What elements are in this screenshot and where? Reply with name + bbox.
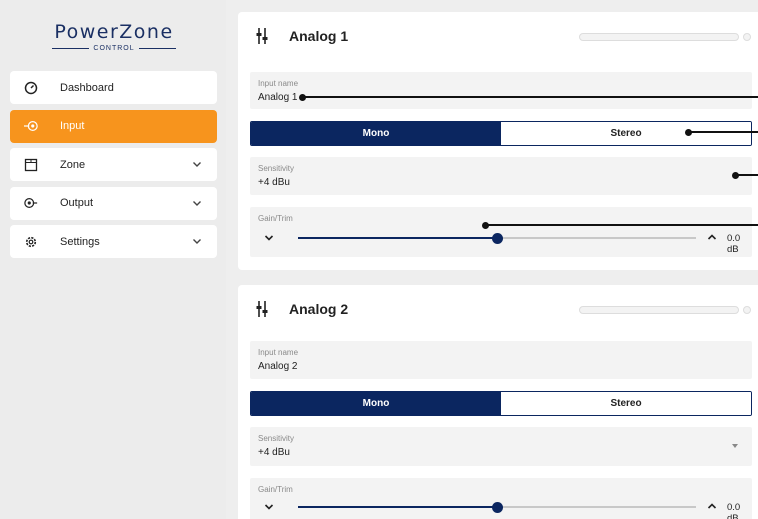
gain-trim-label: Gain/Trim (258, 214, 293, 223)
sensitivity-value: +4 dBu (258, 177, 290, 188)
sidebar-nav: Dashboard Input Zone Output Settings (10, 71, 217, 264)
logo-subtitle: CONTROL (93, 45, 135, 52)
dropdown-arrow-icon[interactable] (732, 444, 738, 448)
clip-indicator (743, 33, 751, 41)
input-name-label: Input name (258, 79, 299, 88)
gain-trim-control: Gain/Trim 0.0 dB (250, 478, 752, 519)
sidebar-item-label: Settings (60, 235, 100, 248)
gain-trim-control: Gain/Trim 0.0 dB (250, 207, 752, 257)
mode-toggle: Mono Stereo (250, 391, 752, 416)
input-connector-icon (256, 28, 268, 44)
sidebar-item-settings[interactable]: Settings (10, 225, 217, 258)
sidebar: PowerZone CONTROL Dashboard Input Zone O… (0, 0, 226, 519)
input-name-value[interactable]: Analog 1 (258, 92, 297, 103)
dashboard-gauge-icon (24, 81, 38, 95)
sidebar-item-zone[interactable]: Zone (10, 148, 217, 181)
sidebar-item-label: Output (60, 197, 94, 209)
callout-line (485, 224, 758, 226)
sidebar-item-label: Input (60, 120, 85, 132)
channel-title: Analog 1 (289, 28, 349, 44)
mode-toggle: Mono Stereo (250, 121, 752, 146)
input-icon (24, 119, 38, 133)
gain-trim-label: Gain/Trim (258, 485, 293, 494)
callout-dot (731, 171, 739, 179)
level-meter (579, 306, 739, 314)
logo-name: PowerZone (54, 21, 174, 43)
channel-header: Analog 2 (238, 285, 758, 333)
input-name-value[interactable]: Analog 2 (258, 361, 297, 372)
chevron-down-icon[interactable] (191, 235, 203, 247)
gain-value: 0.0 dB (727, 233, 741, 255)
callout-line (688, 131, 758, 133)
sensitivity-select[interactable]: Sensitivity +4 dBu (250, 157, 752, 195)
chevron-down-icon[interactable] (191, 158, 203, 170)
callout-dot (684, 128, 692, 136)
chevron-down-icon[interactable] (191, 197, 203, 209)
input-name-field[interactable]: Input name Analog 2 (250, 341, 752, 379)
sidebar-item-input[interactable]: Input (10, 109, 217, 143)
channel-title: Analog 2 (289, 301, 349, 317)
gain-decrease-chevron-down-icon[interactable] (263, 501, 275, 513)
gain-slider-fill (298, 237, 497, 239)
sidebar-item-output[interactable]: Output (10, 186, 217, 220)
input-connector-icon (256, 301, 268, 317)
sensitivity-label: Sensitivity (258, 164, 295, 173)
sidebar-item-label: Dashboard (60, 81, 114, 94)
gain-increase-chevron-up-icon[interactable] (706, 231, 718, 243)
gain-slider[interactable] (298, 232, 696, 244)
gain-slider-fill (298, 506, 497, 508)
channel-card-analog-2: Analog 2 Input name Analog 2 Mono Stereo… (238, 285, 758, 519)
channel-header: Analog 1 (238, 12, 758, 60)
sensitivity-label: Sensitivity (258, 434, 295, 443)
gain-slider[interactable] (298, 501, 696, 513)
callout-dot (298, 93, 306, 101)
callout-dot (481, 221, 489, 229)
clip-indicator (743, 306, 751, 314)
sidebar-item-dashboard[interactable]: Dashboard (10, 71, 217, 104)
level-meter (579, 33, 739, 41)
gain-increase-chevron-up-icon[interactable] (706, 500, 718, 512)
mono-button[interactable]: Mono (251, 122, 501, 145)
stereo-button[interactable]: Stereo (501, 122, 751, 145)
channel-card-analog-1: Analog 1 Input name Analog 1 Mono Stereo… (238, 12, 758, 270)
gain-slider-thumb[interactable] (491, 501, 503, 513)
gain-value: 0.0 dB (727, 502, 741, 519)
callout-line (302, 96, 758, 98)
output-icon (24, 196, 38, 210)
sensitivity-select[interactable]: Sensitivity +4 dBu (250, 427, 752, 466)
gain-slider-thumb[interactable] (491, 232, 503, 244)
gain-decrease-chevron-down-icon[interactable] (263, 232, 275, 244)
input-name-label: Input name (258, 348, 299, 357)
sidebar-item-label: Zone (60, 158, 86, 171)
settings-gear-icon (24, 235, 38, 249)
mono-button[interactable]: Mono (251, 392, 501, 415)
input-name-field[interactable]: Input name Analog 1 (250, 72, 752, 109)
stereo-button[interactable]: Stereo (501, 392, 751, 415)
sensitivity-value: +4 dBu (258, 447, 290, 458)
powerzone-logo: PowerZone CONTROL (52, 21, 177, 52)
zone-icon (24, 158, 38, 172)
